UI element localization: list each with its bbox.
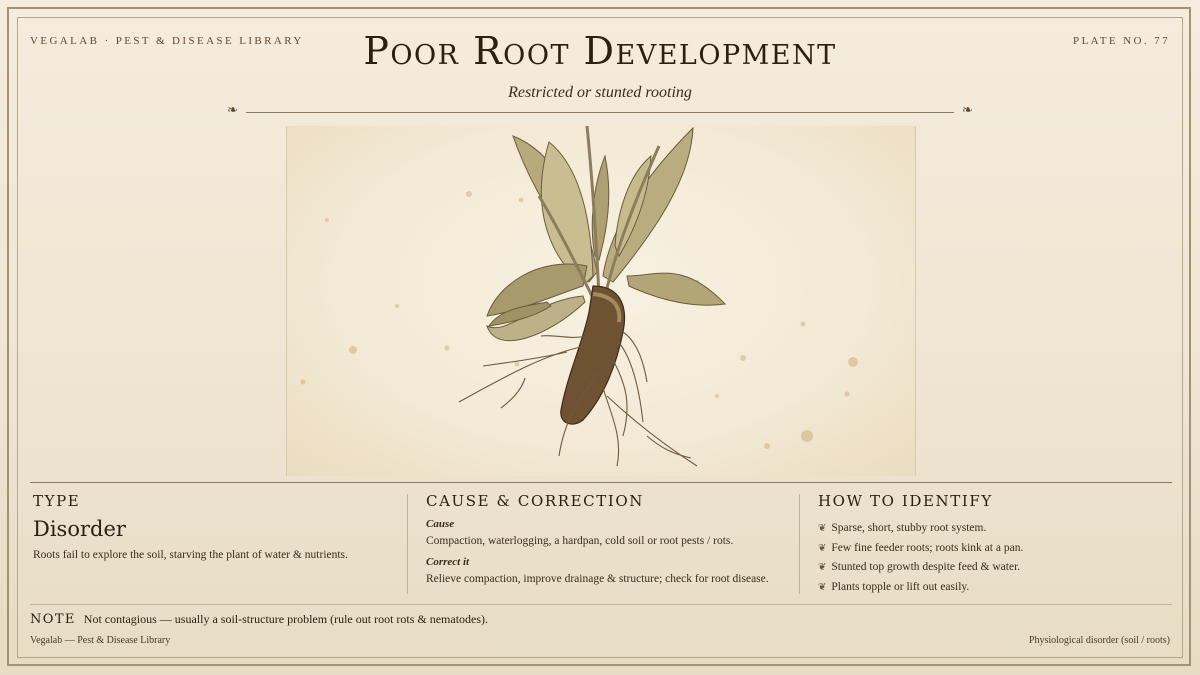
correct-text: Relieve compaction, improve drainage & s… [426,573,769,585]
plate-number: PLATE NO. 77 [1073,35,1170,47]
identify-heading: HOW TO IDENTIFY [818,492,993,510]
bullet-icon: ❦ [818,523,827,534]
title-rule [246,112,954,113]
list-item: ❦ Stunted top growth despite feed & water… [818,558,1168,578]
bullet-icon: ❦ [818,562,827,573]
list-item: ❦ Sparse, short, stubby root system. [818,519,1168,539]
note-label: NOTE [30,612,76,627]
footer-left: Vegalab — Pest & Disease Library [30,635,171,646]
list-item-text: Stunted top growth despite feed & water. [831,561,1021,573]
section-divider-top [30,482,1172,483]
page-title: Poor Root Development [363,29,837,73]
cause-section: CAUSE & CORRECTION Cause Compaction, wat… [426,491,786,587]
list-item: ❦ Few fine feeder roots; roots kink at a … [818,539,1168,559]
type-value: Disorder [33,517,126,541]
note: NOTE Not contagious — usually a soil-stru… [30,612,488,627]
column-divider-1 [407,494,408,594]
root-plant-drawing [300,126,858,467]
correct-label: Correct it [426,556,470,568]
identify-list: ❦ Sparse, short, stubby root system. ❦ Few… [818,519,1168,597]
cause-heading: CAUSE & CORRECTION [426,492,645,510]
note-text: Not contagious — usually a soil-structur… [83,612,489,626]
bullet-icon: ❦ [818,542,827,554]
type-section: TYPE Disorder Roots fail to explore the … [33,491,393,561]
section-divider-bottom [30,604,1172,605]
bullet-icon: ❦ [818,581,827,593]
fleuron-left-icon: ❧ [227,103,238,118]
list-item-text: Plants topple or lift out easily. [831,580,970,593]
identify-section: HOW TO IDENTIFY ❦ Sparse, short, stubby r… [818,491,1168,597]
type-heading: TYPE [33,492,81,510]
type-description: Roots fail to explore the soil, starving… [33,549,348,561]
list-item-text: Few fine feeder roots; roots kink at a p… [831,541,1024,554]
footer-right: Physiological disorder (soil / roots) [1028,635,1170,646]
column-divider-2 [799,494,800,594]
list-item: ❦ Plants topple or lift out easily. [818,578,1168,598]
list-item-text: Sparse, short, stubby root system. [831,522,987,534]
page-subtitle: Restricted or stunted rooting [508,84,692,101]
cause-text: Compaction, waterlogging, a hardpan, col… [426,535,734,547]
root-plant-illustration [286,126,916,476]
cause-label: Cause [426,518,455,530]
fleuron-right-icon: ❧ [962,103,973,118]
